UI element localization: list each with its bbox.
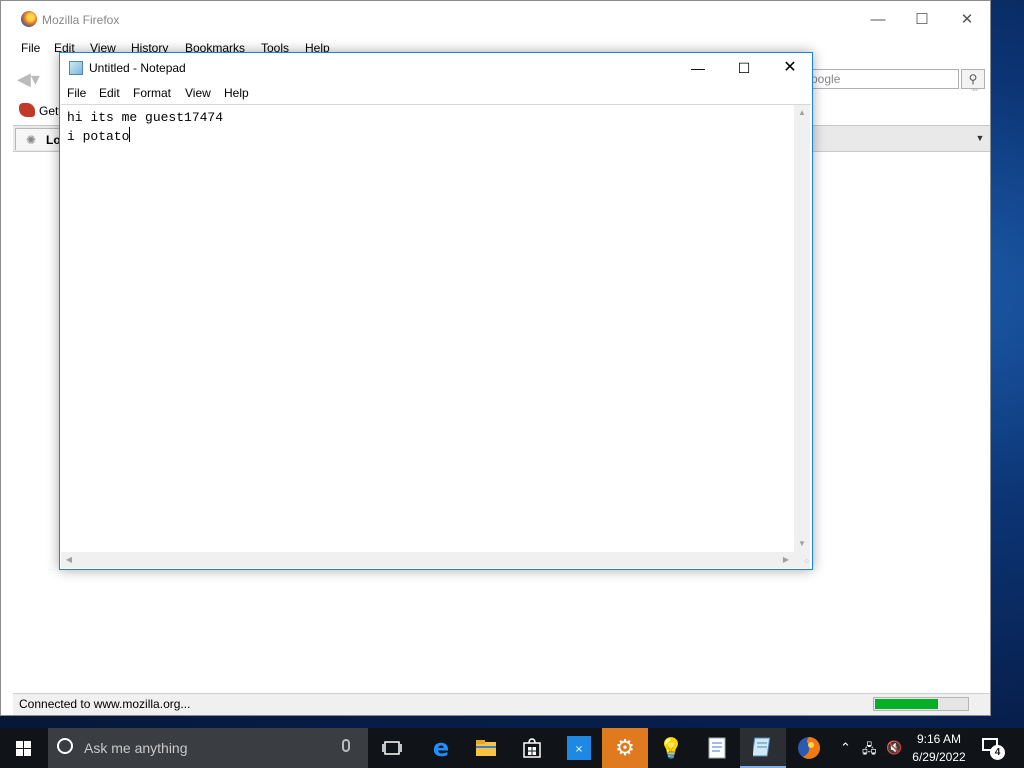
windows-start-icon[interactable]: [0, 728, 46, 768]
vertical-scrollbar[interactable]: ▲ ▼: [794, 105, 810, 552]
volume-muted-icon[interactable]: 🔇: [886, 740, 902, 756]
firefox-taskbar-icon[interactable]: [786, 728, 832, 768]
loading-progress-bar: [873, 697, 969, 711]
cortana-search-placeholder: Ask me anything: [84, 740, 188, 756]
notepad-menu-file[interactable]: File: [67, 86, 86, 100]
web-search-input[interactable]: oogle: [806, 69, 959, 89]
store-icon[interactable]: [509, 728, 555, 768]
notepad-menubar: File Edit Format View Help: [60, 83, 812, 103]
back-arrow-icon[interactable]: ◀▾: [17, 69, 43, 89]
blue-app-icon[interactable]: ×: [556, 728, 602, 768]
firefox-maximize-button[interactable]: ☐: [907, 9, 937, 31]
notepad-window-title: Untitled - Notepad: [89, 61, 186, 75]
search-input-text: oogle: [811, 72, 841, 86]
document-app-icon[interactable]: [694, 728, 740, 768]
search-magnifier-icon[interactable]: ⚲: [961, 69, 985, 89]
notepad-text-content[interactable]: hi its me guest17474 i potato: [67, 109, 793, 549]
clock-date: 6/29/2022: [912, 750, 966, 764]
status-text: Connected to www.mozilla.org...: [19, 697, 191, 711]
svg-text:×: ×: [575, 744, 583, 755]
progress-fill: [875, 699, 938, 709]
system-clock[interactable]: 9:16 AM 6/29/2022: [906, 730, 972, 766]
clock-time: 9:16 AM: [916, 732, 962, 746]
notepad-close-button[interactable]: ✕: [767, 53, 813, 83]
action-center-icon[interactable]: 4: [982, 738, 1005, 760]
edge-browser-icon[interactable]: e: [418, 728, 464, 768]
firefox-titlebar[interactable]: Mozilla Firefox — ☐ ✕: [1, 1, 990, 37]
horizontal-scrollbar[interactable]: ◀ ▶: [61, 552, 794, 568]
notepad-titlebar[interactable]: Untitled - Notepad — ☐ ✕: [60, 53, 812, 83]
text-caret: [129, 127, 131, 142]
cortana-search-box[interactable]: Ask me anything: [48, 728, 368, 768]
network-icon[interactable]: 🖧: [862, 740, 877, 762]
firefox-logo-icon: [21, 11, 37, 27]
firefox-close-button[interactable]: ✕: [952, 9, 982, 31]
notepad-maximize-button[interactable]: ☐: [721, 53, 767, 83]
taskbar: Ask me anything e × ⚙ 💡 ⌃ 🖧 🔇 9:16 AM 6/…: [0, 728, 1024, 768]
microphone-icon[interactable]: [342, 739, 350, 752]
notepad-text-area[interactable]: hi its me guest17474 i potato ▲ ▼ ◀ ▶ ⁘: [61, 104, 811, 569]
task-view-icon[interactable]: [369, 728, 415, 768]
notepad-taskbar-icon[interactable]: [740, 728, 786, 768]
notepad-menu-edit[interactable]: Edit: [99, 86, 120, 100]
loading-spinner-icon: ✺: [26, 133, 37, 147]
notepad-menu-help[interactable]: Help: [224, 86, 249, 100]
cortana-circle-icon: [57, 738, 73, 754]
notepad-app-icon: [69, 61, 83, 75]
resize-grip-icon[interactable]: ⁘: [794, 552, 810, 568]
firefox-window-title: Mozilla Firefox: [42, 13, 120, 27]
scroll-up-arrow-icon[interactable]: ▲: [794, 105, 810, 121]
text-line-2-content: i potato: [67, 129, 130, 144]
tab-list-dropdown-icon[interactable]: ▼: [972, 128, 988, 148]
scroll-right-arrow-icon[interactable]: ▶: [778, 552, 794, 568]
file-explorer-icon[interactable]: [463, 728, 509, 768]
text-line-1: hi its me guest17474: [67, 110, 224, 125]
text-line-2: i potato: [67, 127, 793, 146]
scroll-down-arrow-icon[interactable]: ▼: [794, 536, 810, 552]
notepad-menu-format[interactable]: Format: [133, 86, 171, 100]
notepad-minimize-button[interactable]: —: [675, 53, 721, 83]
firefox-menu-file[interactable]: File: [21, 41, 40, 55]
firefox-minimize-button[interactable]: —: [863, 9, 893, 31]
notification-count-badge: 4: [990, 745, 1005, 760]
scroll-left-arrow-icon[interactable]: ◀: [61, 552, 77, 568]
red-bookmark-icon: [19, 103, 35, 117]
notepad-menu-view[interactable]: View: [185, 86, 211, 100]
show-hidden-icons-chevron-icon[interactable]: ⌃: [840, 740, 851, 756]
notepad-window: Untitled - Notepad — ☐ ✕ File Edit Forma…: [59, 52, 813, 570]
firefox-statusbar: Connected to www.mozilla.org...: [13, 693, 990, 715]
lightbulb-icon[interactable]: 💡: [648, 728, 694, 768]
settings-gear-icon[interactable]: ⚙: [602, 728, 648, 768]
